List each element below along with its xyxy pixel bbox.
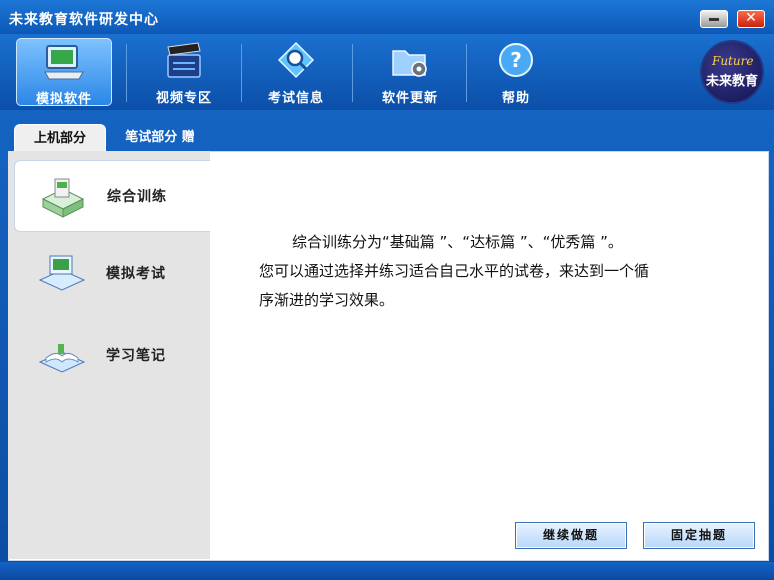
fixed-draw-button[interactable]: 固定抽题: [643, 522, 755, 549]
sidebar-item-label: 模拟考试: [106, 266, 166, 282]
sidebar-item-comprehensive-training[interactable]: 综合训练: [14, 160, 210, 232]
toolbar-item-label: 模拟软件: [35, 92, 92, 107]
app-window: 未来教育软件研发中心 ✕ 模拟软件 视频专区 考试信息 软件更新 ? 帮助 Fu…: [0, 0, 774, 580]
toolbar-separator: [241, 44, 242, 102]
toolbar-item-label: 考试信息: [267, 91, 324, 106]
bottom-frame: [0, 562, 774, 580]
folder-gear-icon: [392, 50, 427, 77]
toolbar-separator: [352, 44, 353, 102]
book-notes-icon: [38, 344, 86, 373]
toolbar-item-label: 视频专区: [155, 91, 212, 106]
toolbar-item-label: 软件更新: [381, 91, 438, 106]
logo-text-top: Future: [712, 54, 754, 68]
toolbar-help[interactable]: ? 帮助: [474, 38, 558, 106]
toolbar-simulation-software[interactable]: 模拟软件: [16, 38, 112, 107]
box-training-icon: [41, 178, 85, 218]
toolbar-exam-info[interactable]: 考试信息: [248, 38, 344, 106]
title-bar: 未来教育软件研发中心 ✕: [0, 0, 774, 34]
help-icon: ?: [499, 43, 533, 77]
tab-label: 上机部分: [33, 131, 86, 146]
tab-computer-part[interactable]: 上机部分: [14, 124, 106, 152]
description-line: 序渐进的学习效果。: [259, 291, 395, 309]
toolbar-item-label: 帮助: [501, 91, 530, 106]
window-title: 未来教育软件研发中心: [9, 12, 159, 28]
toolbar-software-update[interactable]: 软件更新: [360, 38, 460, 106]
toolbar-separator: [126, 44, 127, 102]
description-line: 您可以通过选择并练习适合自己水平的试卷，来达到一个循: [259, 262, 650, 280]
magnifier-icon: [277, 41, 315, 79]
description-text: 综合训练分为“基础篇 ”、“达标篇 ”、“优秀篇 ”。 您可以通过选择并练习适合…: [259, 228, 719, 315]
svg-text:?: ?: [510, 48, 522, 72]
sidebar-item-label: 学习笔记: [106, 348, 166, 364]
logo-text-bottom: 未来教育: [706, 74, 759, 89]
tab-written-part[interactable]: 笔试部分 赠: [110, 124, 210, 152]
tab-label: 笔试部分 赠: [125, 130, 195, 145]
continue-practice-button[interactable]: 继续做题: [515, 522, 627, 549]
film-clapper-icon: [167, 42, 201, 78]
description-line: 综合训练分为“基础篇 ”、“达标篇 ”、“优秀篇 ”。: [292, 233, 623, 251]
toolbar-video-zone[interactable]: 视频专区: [134, 38, 234, 106]
computer-icon: [44, 45, 84, 80]
sidebar-item-mock-exam[interactable]: 模拟考试: [14, 238, 210, 310]
future-education-logo: Future 未来教育: [700, 40, 764, 104]
sidebar-item-study-notes[interactable]: 学习笔记: [14, 320, 210, 392]
minimize-button[interactable]: [700, 10, 728, 28]
toolbar-separator: [466, 44, 467, 102]
sidebar-item-label: 综合训练: [107, 189, 167, 205]
computer-exam-icon: [38, 255, 86, 291]
main-toolbar: 模拟软件 视频专区 考试信息 软件更新 ? 帮助: [0, 34, 774, 110]
close-button[interactable]: ✕: [737, 10, 765, 28]
